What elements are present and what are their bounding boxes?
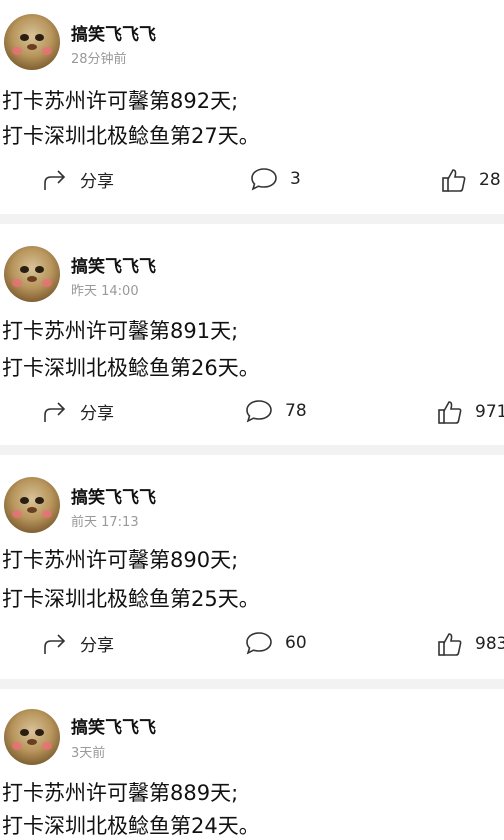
post-text-line: 打卡深圳北极鲶鱼第24天。 [2,814,260,838]
post-text-line: 打卡苏州许可馨第891天; [2,319,239,343]
like-count: 28 [479,170,501,190]
like-button[interactable]: 971 [437,399,504,425]
comment-count: 78 [285,401,307,421]
username[interactable]: 搞笑飞飞飞 [71,20,156,45]
share-button[interactable]: 分享 [42,399,114,424]
comment-bubble-icon [245,399,273,423]
comment-count: 3 [290,169,301,189]
post-time: 昨天 14:00 [71,284,139,299]
share-label: 分享 [80,172,114,192]
avatar[interactable] [4,14,60,70]
username[interactable]: 搞笑飞飞飞 [71,252,156,277]
like-count: 971 [475,402,504,422]
username[interactable]: 搞笑飞飞飞 [71,713,156,738]
comment-bubble-icon [250,167,278,191]
post-divider [0,445,504,455]
avatar[interactable] [4,477,60,533]
comment-count: 60 [285,633,307,653]
share-label: 分享 [80,636,114,656]
post-text-line: 打卡苏州许可馨第889天; [2,781,239,805]
share-button[interactable]: 分享 [42,631,114,656]
post-text-line: 打卡深圳北极鲶鱼第27天。 [2,124,260,148]
like-count: 983 [475,634,504,654]
post-time: 28分钟前 [71,52,127,67]
post-time: 前天 17:13 [71,515,139,530]
share-button[interactable]: 分享 [42,167,114,192]
post-text-line: 打卡苏州许可馨第892天; [2,89,239,113]
comment-button[interactable]: 3 [250,167,301,191]
share-arrow-icon [42,632,68,656]
post-divider [0,679,504,689]
post-card[interactable]: 搞笑飞飞飞 28分钟前 打卡苏州许可馨第892天; 打卡深圳北极鲶鱼第27天。 … [0,0,504,214]
like-button[interactable]: 28 [441,167,501,193]
post-text-line: 打卡苏州许可馨第890天; [2,548,239,572]
share-label: 分享 [80,404,114,424]
post-divider [0,214,504,224]
like-button[interactable]: 983 [437,631,504,657]
share-arrow-icon [42,400,68,424]
thumbs-up-icon [437,631,463,657]
comment-button[interactable]: 78 [245,399,307,423]
share-arrow-icon [42,168,68,192]
post-card[interactable]: 搞笑飞飞飞 3天前 打卡苏州许可馨第889天; 打卡深圳北极鲶鱼第24天。 [0,689,504,838]
username[interactable]: 搞笑飞飞飞 [71,483,156,508]
post-text-line: 打卡深圳北极鲶鱼第26天。 [2,356,260,380]
comment-button[interactable]: 60 [245,631,307,655]
post-card[interactable]: 搞笑飞飞飞 昨天 14:00 打卡苏州许可馨第891天; 打卡深圳北极鲶鱼第26… [0,224,504,445]
thumbs-up-icon [437,399,463,425]
avatar[interactable] [4,709,60,765]
post-time: 3天前 [71,746,106,761]
avatar[interactable] [4,246,60,302]
post-text-line: 打卡深圳北极鲶鱼第25天。 [2,587,260,611]
post-card[interactable]: 搞笑飞飞飞 前天 17:13 打卡苏州许可馨第890天; 打卡深圳北极鲶鱼第25… [0,455,504,679]
thumbs-up-icon [441,167,467,193]
comment-bubble-icon [245,631,273,655]
